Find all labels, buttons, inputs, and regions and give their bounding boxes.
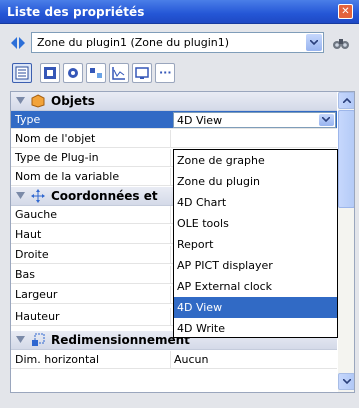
property-label: Gauche <box>15 208 58 221</box>
dropdown-option[interactable]: Report <box>174 234 337 255</box>
property-row-nom-objet[interactable]: Nom de l'objet <box>11 130 337 148</box>
type-dropdown-value: 4D View <box>177 114 223 127</box>
tab-object[interactable] <box>40 63 60 83</box>
section-title: Objets <box>51 94 95 108</box>
chevron-down-icon[interactable] <box>319 114 334 126</box>
scroll-thumb[interactable] <box>338 110 354 208</box>
section-title: Coordonnées et <box>51 189 158 203</box>
property-label: Largeur <box>15 288 58 301</box>
dropdown-option[interactable]: 4D Chart <box>174 192 337 213</box>
binoculars-icon[interactable] <box>332 36 350 50</box>
move-arrows-icon <box>31 189 45 203</box>
property-label: Bas <box>15 268 36 281</box>
dropdown-option[interactable]: OLE tools <box>174 213 337 234</box>
prev-next-arrows-icon[interactable] <box>11 37 25 49</box>
type-dropdown[interactable]: 4D View <box>173 112 336 128</box>
scroll-down-button[interactable] <box>338 373 354 390</box>
property-label: Droite <box>15 248 49 261</box>
type-dropdown-list: Zone de graphe Zone du plugin 4D Chart O… <box>173 149 338 338</box>
property-label: Dim. horizontal <box>15 353 100 366</box>
close-button[interactable]: ✕ <box>338 4 353 19</box>
properties-list-icon <box>15 66 29 80</box>
property-value[interactable]: Aucun <box>174 353 209 366</box>
resize-icon <box>32 333 45 346</box>
collapse-triangle-icon[interactable] <box>16 192 25 200</box>
dropdown-option[interactable]: Zone de graphe <box>174 150 337 171</box>
display-icon <box>135 67 149 79</box>
property-row-dim-horizontal[interactable]: Dim. horizontal Aucun <box>11 351 337 369</box>
chevron-up-icon <box>343 98 351 103</box>
gear-icon <box>68 68 78 78</box>
property-label: Nom de l'objet <box>15 132 96 145</box>
chevron-down-icon <box>343 379 351 384</box>
property-label: Hauteur <box>15 310 60 323</box>
property-label: Type de Plug-in <box>15 151 99 164</box>
section-objets[interactable]: Objets <box>11 92 337 111</box>
scroll-up-button[interactable] <box>338 92 354 109</box>
object-selector-row: Zone du plugin1 (Zone du plugin1) <box>0 30 359 56</box>
object-selector-dropdown[interactable]: Zone du plugin1 (Zone du plugin1) <box>31 32 324 53</box>
properties-panel: Objets Type 4D View Nom de l'objet Type … <box>10 91 355 393</box>
tab-chart[interactable] <box>109 63 129 83</box>
dropdown-option-selected[interactable]: 4D View <box>174 297 337 318</box>
align-icon <box>90 68 102 78</box>
property-row-type[interactable]: Type 4D View <box>11 111 337 129</box>
collapse-triangle-icon[interactable] <box>16 336 25 344</box>
collapse-triangle-icon[interactable] <box>16 97 25 105</box>
property-label: Nom de la variable <box>15 170 120 183</box>
dropdown-option[interactable]: 4D Write <box>174 318 337 339</box>
section-title: Redimensionnement <box>51 333 190 347</box>
vertical-scrollbar[interactable] <box>338 92 354 392</box>
title-bar: Liste des propriétés ✕ <box>0 0 359 24</box>
tab-align[interactable] <box>86 63 106 83</box>
object-icon <box>44 67 56 79</box>
window-title: Liste des propriétés <box>7 5 145 19</box>
close-icon: ✕ <box>341 6 350 17</box>
tab-more[interactable]: ··· <box>155 63 175 83</box>
dropdown-option[interactable]: AP PICT displayer <box>174 255 337 276</box>
tab-properties-list[interactable] <box>12 63 32 83</box>
object-selector-value: Zone du plugin1 (Zone du plugin1) <box>37 36 230 49</box>
chevron-down-icon[interactable] <box>306 34 322 51</box>
objects-cube-icon <box>31 94 45 108</box>
tab-events[interactable] <box>63 63 83 83</box>
dropdown-option[interactable]: Zone du plugin <box>174 171 337 192</box>
more-icon: ··· <box>159 66 172 79</box>
property-label: Haut <box>15 228 42 241</box>
property-label: Type <box>15 113 41 126</box>
chart-icon <box>112 67 125 80</box>
dropdown-option[interactable]: AP External clock <box>174 276 337 297</box>
tab-display[interactable] <box>132 63 152 83</box>
